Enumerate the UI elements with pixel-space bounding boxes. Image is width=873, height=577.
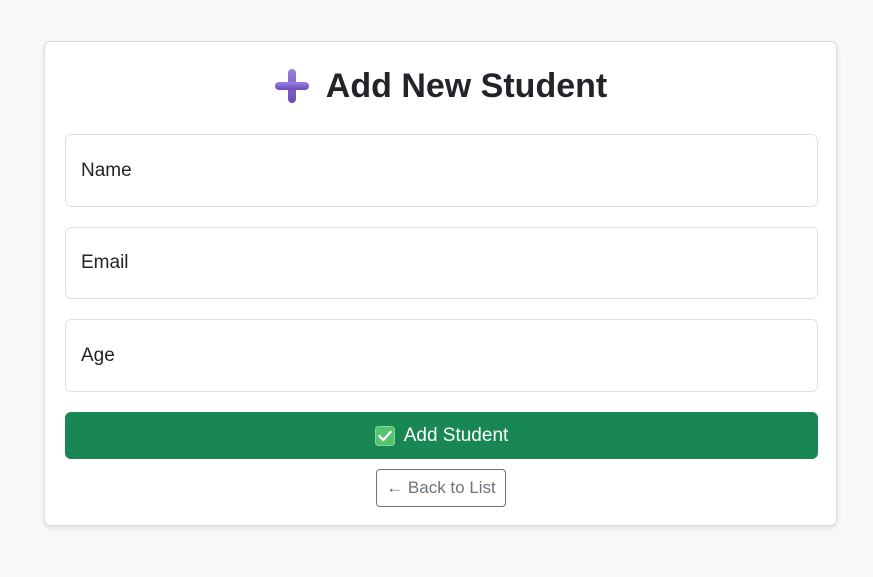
age-input[interactable] (65, 319, 818, 392)
plus-icon (274, 68, 310, 104)
add-student-button[interactable]: Add Student (65, 412, 818, 459)
email-input[interactable] (65, 227, 818, 299)
check-mark-icon (374, 425, 395, 446)
page-title: Add New Student (325, 67, 608, 105)
add-student-label: Add Student (403, 424, 509, 446)
title-row: Add New Student (45, 64, 836, 108)
back-to-list-button[interactable]: ← Back to List (376, 469, 506, 507)
back-to-list-label: ← Back to List (386, 478, 496, 497)
add-student-card: Add New Student Add Student ← Back to Li… (44, 41, 837, 526)
name-input[interactable] (65, 134, 818, 207)
